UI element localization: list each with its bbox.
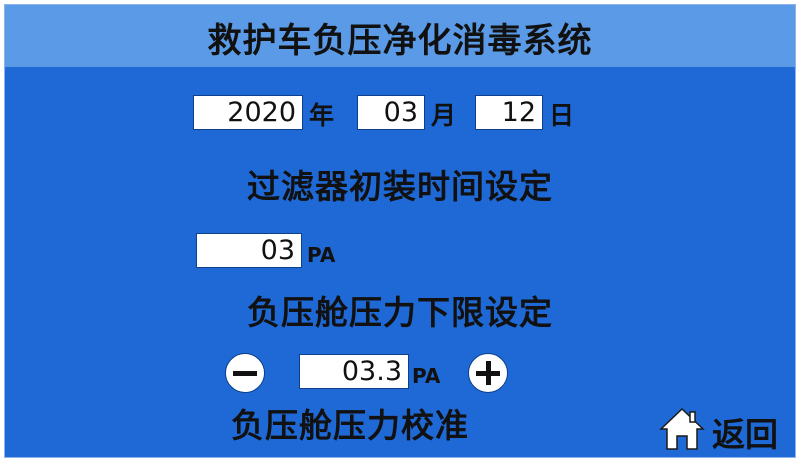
day-unit: 日 (549, 101, 575, 130)
decrement-button[interactable] (225, 353, 265, 393)
home-icon (659, 407, 705, 450)
pressure-calibration-unit: PA (412, 364, 441, 388)
title-bar: 救护车负压净化消毒系统 (5, 5, 795, 67)
pressure-lower-limit-unit: PA (307, 243, 336, 267)
return-label: 返回 (712, 415, 778, 454)
increment-button[interactable] (468, 353, 508, 393)
pressure-lower-limit-label: 负压舱压力下限设定 (247, 293, 553, 332)
month-unit: 月 (431, 101, 457, 130)
pressure-calibration-label: 负压舱压力校准 (231, 406, 469, 445)
page-title: 救护车负压净化消毒系统 (207, 21, 593, 61)
pressure-lower-limit-field[interactable]: 03 (196, 233, 302, 268)
hmi-screen: 救护车负压净化消毒系统 2020 年 03 月 12 日 过滤器初装时间设定 0… (4, 4, 796, 458)
day-field[interactable]: 12 (475, 95, 543, 130)
filter-install-date-label: 过滤器初装时间设定 (247, 167, 553, 206)
pressure-calibration-field[interactable]: 03.3 (299, 354, 409, 389)
year-unit: 年 (309, 101, 335, 130)
return-button[interactable]: 返回 (659, 405, 791, 454)
month-field[interactable]: 03 (357, 95, 425, 130)
year-field[interactable]: 2020 (193, 95, 303, 130)
